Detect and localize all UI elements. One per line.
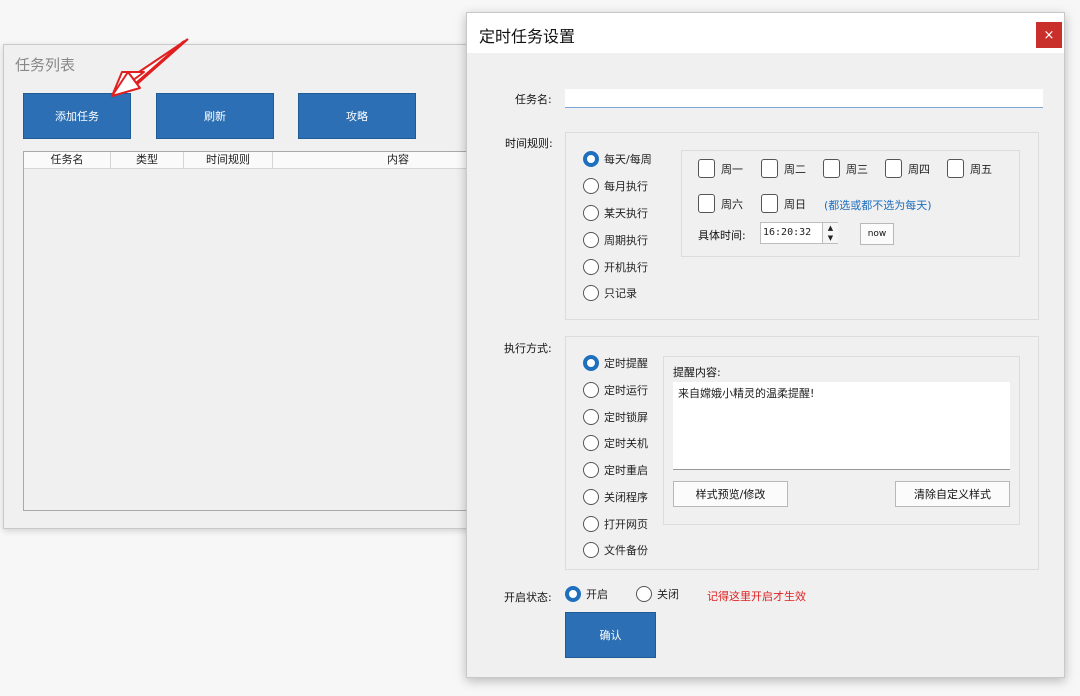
time-picker-value: 16:20:32 — [763, 227, 812, 238]
radio-icon — [583, 409, 599, 425]
exec-mode-run[interactable]: 定时运行 — [583, 382, 648, 398]
reminder-textarea[interactable]: 来自嫦娥小精灵的温柔提醒! — [673, 382, 1010, 470]
task-list-window: 任务列表 添加任务 刷新 攻略 任务名 类型 时间规则 内容 — [3, 44, 545, 529]
exec-mode-file-backup[interactable]: 文件备份 — [583, 542, 648, 558]
status-off-radio[interactable]: 关闭 — [636, 586, 679, 602]
dialog-titlebar[interactable]: 定时任务设置 × — [467, 13, 1064, 53]
status-label: 开启状态: — [504, 591, 552, 604]
weekday-checkbox-tue[interactable]: 周二 — [761, 159, 806, 178]
radio-icon — [636, 586, 652, 602]
exec-mode-open-webpage[interactable]: 打开网页 — [583, 516, 648, 532]
checkbox-icon — [947, 159, 964, 178]
radio-icon — [583, 516, 599, 532]
weekday-checkbox-wed[interactable]: 周三 — [823, 159, 868, 178]
task-name-label: 任务名: — [515, 93, 552, 106]
specific-time-label: 具体时间: — [698, 229, 746, 242]
time-rule-record-only[interactable]: 只记录 — [583, 285, 637, 301]
red-arrow-icon — [111, 38, 189, 97]
time-rule-periodic[interactable]: 周期执行 — [583, 232, 648, 248]
weekday-checkbox-fri[interactable]: 周五 — [947, 159, 992, 178]
time-rule-monthly[interactable]: 每月执行 — [583, 178, 648, 194]
reminder-label: 提醒内容: — [673, 366, 721, 379]
checkbox-icon — [885, 159, 902, 178]
checkbox-icon — [823, 159, 840, 178]
radio-icon — [583, 285, 599, 301]
column-header-task-name[interactable]: 任务名 — [24, 152, 111, 168]
task-settings-dialog: 定时任务设置 × 任务名: 时间规则: 每天/每周 每月执行 某天执行 周期执行… — [466, 12, 1065, 678]
time-rule-group: 每天/每周 每月执行 某天执行 周期执行 开机执行 只记录 周一 周二 周三 周… — [565, 132, 1039, 320]
status-hint: 记得这里开启才生效 — [707, 590, 806, 603]
style-preview-button[interactable]: 样式预览/修改 — [673, 481, 788, 507]
now-button[interactable]: now — [860, 223, 894, 245]
checkbox-icon — [761, 159, 778, 178]
confirm-button[interactable]: 确认 — [565, 612, 656, 658]
weekday-checkbox-sun[interactable]: 周日 — [761, 194, 806, 213]
reminder-panel: 提醒内容: 来自嫦娥小精灵的温柔提醒! 样式预览/修改 清除自定义样式 — [663, 356, 1020, 525]
radio-selected-icon — [565, 586, 581, 602]
column-header-type[interactable]: 类型 — [111, 152, 184, 168]
radio-icon — [583, 542, 599, 558]
radio-icon — [583, 489, 599, 505]
exec-mode-shutdown[interactable]: 定时关机 — [583, 435, 648, 451]
exec-mode-group: 定时提醒 定时运行 定时锁屏 定时关机 定时重启 关闭程序 打开网页 文件备份 … — [565, 336, 1039, 570]
dialog-title: 定时任务设置 — [479, 27, 576, 46]
time-rule-specific-day[interactable]: 某天执行 — [583, 205, 648, 221]
radio-icon — [583, 435, 599, 451]
radio-icon — [583, 232, 599, 248]
weekday-panel: 周一 周二 周三 周四 周五 周六 周日 (都选或都不选为每天) 具体时间: 1… — [681, 150, 1020, 257]
weekday-hint: (都选或都不选为每天) — [824, 199, 932, 212]
radio-icon — [583, 259, 599, 275]
time-picker[interactable]: 16:20:32 ▲ ▼ — [760, 222, 838, 244]
radio-icon — [583, 382, 599, 398]
exec-mode-restart[interactable]: 定时重启 — [583, 462, 648, 478]
radio-selected-icon — [583, 151, 599, 167]
spin-down-icon[interactable]: ▼ — [822, 233, 838, 243]
table-header: 任务名 类型 时间规则 内容 — [24, 152, 474, 169]
task-table[interactable]: 任务名 类型 时间规则 内容 — [23, 151, 475, 511]
radio-icon — [583, 178, 599, 194]
clear-style-button[interactable]: 清除自定义样式 — [895, 481, 1010, 507]
time-rule-on-startup[interactable]: 开机执行 — [583, 259, 648, 275]
weekday-checkbox-mon[interactable]: 周一 — [698, 159, 743, 178]
checkbox-icon — [698, 159, 715, 178]
time-rule-daily-weekly[interactable]: 每天/每周 — [583, 151, 652, 167]
checkbox-icon — [761, 194, 778, 213]
checkbox-icon — [698, 194, 715, 213]
weekday-checkbox-thu[interactable]: 周四 — [885, 159, 930, 178]
close-icon[interactable]: × — [1036, 22, 1062, 48]
task-name-input[interactable] — [565, 89, 1043, 108]
time-rule-label: 时间规则: — [505, 137, 553, 150]
exec-mode-lock[interactable]: 定时锁屏 — [583, 409, 648, 425]
exec-mode-close-program[interactable]: 关闭程序 — [583, 489, 648, 505]
radio-selected-icon — [583, 355, 599, 371]
weekday-checkbox-sat[interactable]: 周六 — [698, 194, 743, 213]
exec-mode-label: 执行方式: — [504, 342, 552, 355]
exec-mode-reminder[interactable]: 定时提醒 — [583, 355, 648, 371]
guide-button[interactable]: 攻略 — [298, 93, 416, 139]
column-header-time-rule[interactable]: 时间规则 — [184, 152, 273, 168]
task-list-title: 任务列表 — [15, 56, 76, 74]
radio-icon — [583, 462, 599, 478]
radio-icon — [583, 205, 599, 221]
status-on-radio[interactable]: 开启 — [565, 586, 608, 602]
